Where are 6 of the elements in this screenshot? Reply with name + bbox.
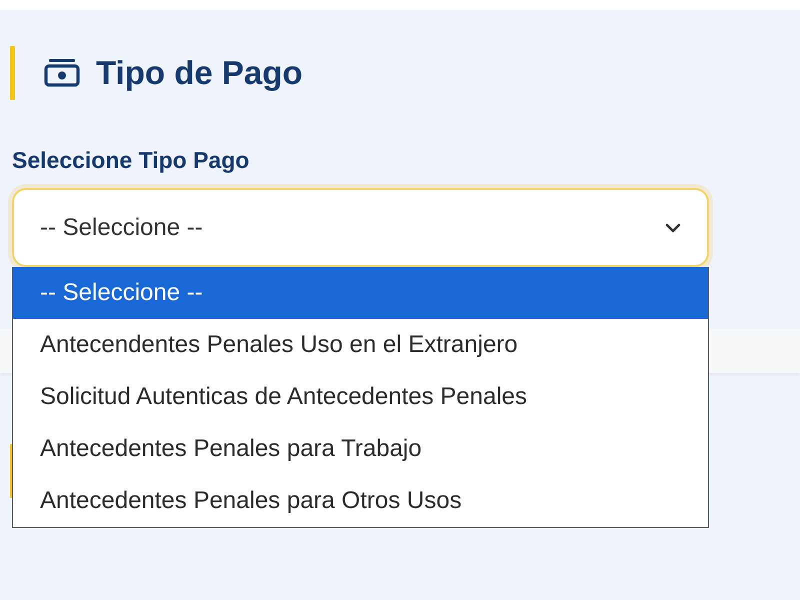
select-field[interactable]: -- Seleccione -- (12, 188, 709, 267)
field-label: Seleccione Tipo Pago (12, 146, 250, 174)
banknote-icon (44, 59, 80, 87)
dropdown-option[interactable]: -- Seleccione -- (13, 267, 708, 319)
section-title: Tipo de Pago (96, 53, 303, 93)
accent-bar (10, 46, 15, 100)
